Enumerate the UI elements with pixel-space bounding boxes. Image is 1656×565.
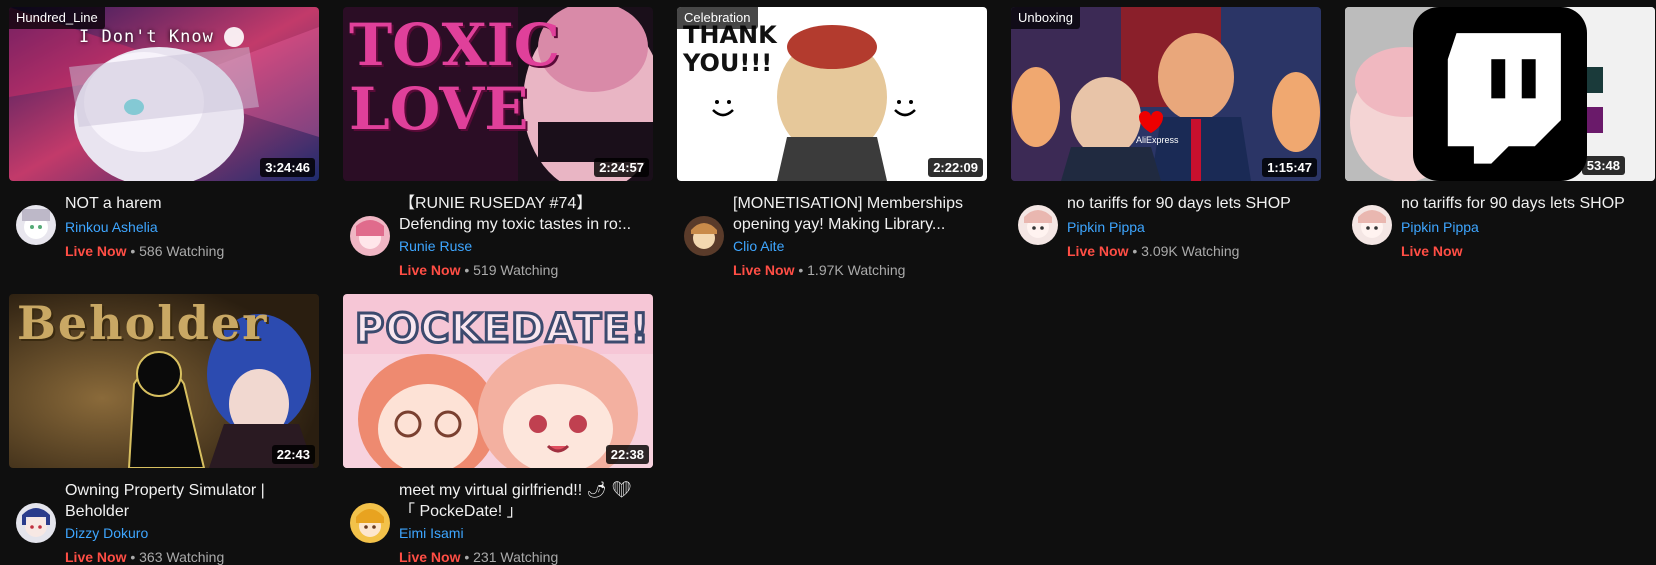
live-stats: Live Now • 586 Watching xyxy=(65,243,224,259)
video-thumbnail[interactable]: Hundred_Line I Don't Know 3:24:46 xyxy=(9,7,319,181)
video-thumbnail[interactable]: TOXIC LOVE 2:24:57 xyxy=(343,7,653,181)
video-thumbnail[interactable]: THANK YOU!!! Celebration 2:22:09 xyxy=(677,7,987,181)
channel-avatar[interactable] xyxy=(350,503,390,543)
duration-badge: 3:24:46 xyxy=(260,158,315,177)
live-stats: Live Now • 519 Watching xyxy=(399,262,558,278)
live-now-label: Live Now xyxy=(1067,243,1129,259)
thumbnail-caption: TOXIC LOVE xyxy=(349,11,560,143)
live-now-label: Live Now xyxy=(399,549,461,565)
thumbnail-image xyxy=(1011,7,1321,181)
duration-badge: 1:15:47 xyxy=(1262,158,1317,177)
video-title[interactable]: 【RUNIE RUSEDAY #74】 Defending my toxic t… xyxy=(399,193,651,235)
video-thumbnail[interactable]: 53:48 xyxy=(1345,7,1655,181)
video-title[interactable]: Owning Property Simulator | Beholder xyxy=(65,480,317,522)
avatar-image xyxy=(684,216,724,256)
thumbnail-caption: POCKEDATE! xyxy=(354,305,651,354)
video-thumbnail[interactable]: AliExpress Unboxing 1:15:47 xyxy=(1011,7,1321,181)
viewer-count: • 519 Watching xyxy=(460,262,559,278)
live-stats: Live Now • 1.97K Watching xyxy=(733,262,905,278)
duration-badge: 22:43 xyxy=(271,445,315,464)
channel-name[interactable]: Runie Ruse xyxy=(399,238,472,254)
live-now-label: Live Now xyxy=(65,243,127,259)
avatar-image xyxy=(16,503,56,543)
channel-avatar[interactable] xyxy=(350,216,390,256)
thumbnail-caption: AliExpress xyxy=(1136,135,1179,145)
twitch-icon xyxy=(1413,7,1587,181)
video-title[interactable]: [MONETISATION] Memberships opening yay! … xyxy=(733,193,985,235)
live-stats: Live Now • 231 Watching xyxy=(399,549,558,565)
video-title[interactable]: meet my virtual girlfriend!! 🌶 ❤ 「 Pocke… xyxy=(399,480,651,522)
thumbnail-caption: THANK YOU!!! xyxy=(683,21,777,77)
avatar-image xyxy=(350,503,390,543)
channel-name[interactable]: Eimi Isami xyxy=(399,525,464,541)
avatar-image xyxy=(16,205,56,245)
channel-avatar[interactable] xyxy=(16,503,56,543)
video-title[interactable]: no tariffs for 90 days lets SHOP xyxy=(1067,193,1319,214)
category-tag: Celebration xyxy=(677,7,758,29)
channel-avatar[interactable] xyxy=(1018,205,1058,245)
video-card[interactable]: 53:48 no tariffs for 90 days lets SHOP P… xyxy=(1345,7,1655,294)
video-grid: Hundred_Line I Don't Know 3:24:46 NOT a … xyxy=(9,7,1655,565)
thumbnail-caption: I Don't Know xyxy=(79,27,214,47)
channel-name[interactable]: Clio Aite xyxy=(733,238,784,254)
live-stats: Live Now xyxy=(1401,243,1462,259)
viewer-count: • 3.09K Watching xyxy=(1128,243,1240,259)
video-title[interactable]: no tariffs for 90 days lets SHOP xyxy=(1401,193,1653,214)
channel-avatar[interactable] xyxy=(1352,205,1392,245)
live-stats: Live Now • 363 Watching xyxy=(65,549,224,565)
channel-name[interactable]: Rinkou Ashelia xyxy=(65,219,158,235)
video-card[interactable]: TOXIC LOVE 2:24:57 【RUNIE RUSEDAY #74】 D… xyxy=(343,7,653,294)
viewer-count: • 231 Watching xyxy=(460,549,559,565)
video-thumbnail[interactable]: POCKEDATE! 22:38 xyxy=(343,294,653,468)
category-tag: Hundred_Line xyxy=(9,7,105,29)
duration-badge: 22:38 xyxy=(605,445,649,464)
channel-name[interactable]: Pipkin Pippa xyxy=(1401,219,1479,235)
video-thumbnail[interactable]: Beholder 22:43 xyxy=(9,294,319,468)
thumbnail-caption: Beholder xyxy=(17,296,269,350)
live-stats: Live Now • 3.09K Watching xyxy=(1067,243,1239,259)
channel-avatar[interactable] xyxy=(684,216,724,256)
live-now-label: Live Now xyxy=(733,262,795,278)
duration-badge: 2:22:09 xyxy=(928,158,983,177)
viewer-count: • 586 Watching xyxy=(126,243,225,259)
duration-badge: 2:24:57 xyxy=(594,158,649,177)
video-card[interactable]: Beholder 22:43 Owning Property Simulator… xyxy=(9,294,319,565)
channel-avatar[interactable] xyxy=(16,205,56,245)
avatar-image xyxy=(1018,205,1058,245)
video-card[interactable]: Hundred_Line I Don't Know 3:24:46 NOT a … xyxy=(9,7,319,294)
video-title[interactable]: NOT a harem xyxy=(65,193,317,214)
category-tag: Unboxing xyxy=(1011,7,1080,29)
viewer-count: • 363 Watching xyxy=(126,549,225,565)
channel-name[interactable]: Dizzy Dokuro xyxy=(65,525,148,541)
live-now-label: Live Now xyxy=(65,549,127,565)
live-now-label: Live Now xyxy=(399,262,461,278)
avatar-image xyxy=(350,216,390,256)
avatar-image xyxy=(1352,205,1392,245)
viewer-count: • 1.97K Watching xyxy=(794,262,906,278)
live-now-label: Live Now xyxy=(1401,243,1463,259)
video-card[interactable]: THANK YOU!!! Celebration 2:22:09 [MONETI… xyxy=(677,7,987,294)
video-card[interactable]: AliExpress Unboxing 1:15:47 no tariffs f… xyxy=(1011,7,1321,294)
channel-name[interactable]: Pipkin Pippa xyxy=(1067,219,1145,235)
video-card[interactable]: POCKEDATE! 22:38 meet my virtual girlfri… xyxy=(343,294,653,565)
